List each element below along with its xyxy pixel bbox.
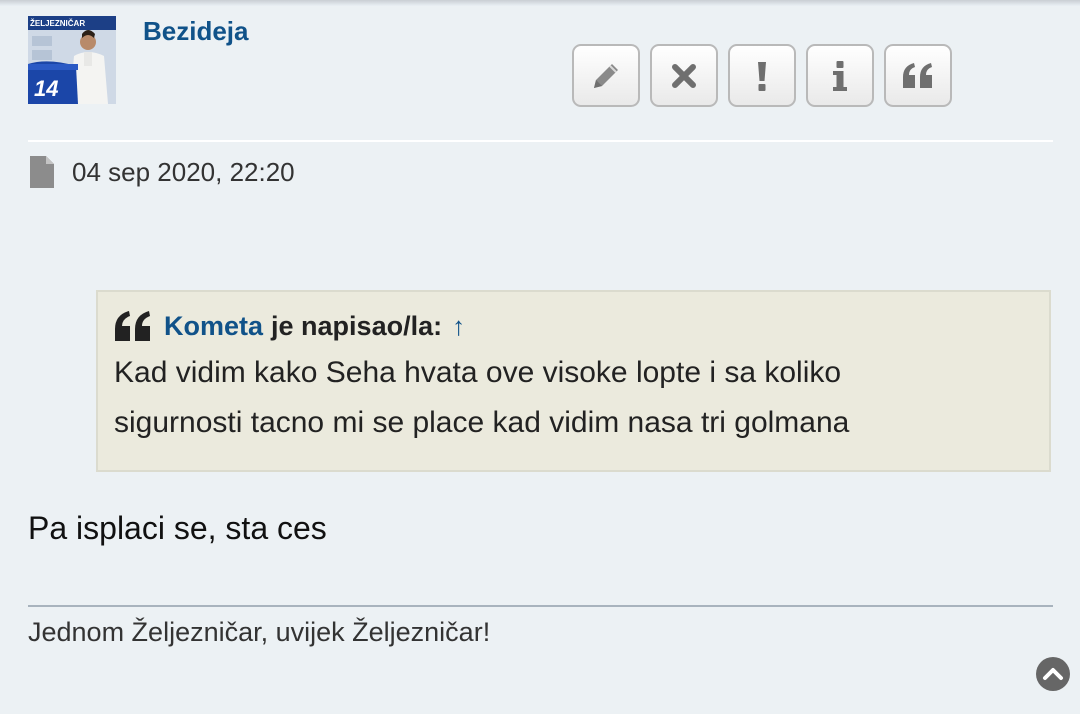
post-body: Pa isplaci se, sta ces bbox=[28, 510, 327, 546]
back-to-top-button[interactable] bbox=[1036, 657, 1070, 691]
post: ŽELJEZNIČAR 14 Bezideja 04 sep 2020, 22:… bbox=[0, 0, 1080, 714]
post-date-text: 04 sep 2020, 22:20 bbox=[72, 156, 295, 187]
quote-jump-link[interactable]: ↑ bbox=[452, 306, 465, 346]
pencil-icon bbox=[594, 63, 618, 88]
edit-button[interactable] bbox=[572, 44, 640, 107]
info-button[interactable] bbox=[806, 44, 874, 107]
avatar[interactable]: ŽELJEZNIČAR 14 bbox=[28, 16, 116, 104]
avatar-image: ŽELJEZNIČAR 14 bbox=[28, 16, 116, 104]
report-button[interactable] bbox=[728, 44, 796, 107]
delete-button[interactable] bbox=[650, 44, 718, 107]
quote-mark-icon bbox=[115, 311, 150, 341]
post-actions bbox=[572, 44, 952, 107]
quote-text-line: Kad vidim kako Seha hvata ove visoke lop… bbox=[114, 356, 842, 389]
file-icon bbox=[30, 156, 54, 188]
quoted-post: Kometa je napisao/la: ↑ Kad vidim kako S… bbox=[96, 290, 1051, 472]
quote-header: Kometa je napisao/la: ↑ bbox=[114, 306, 1033, 346]
info-icon bbox=[833, 60, 847, 91]
quote-author-link[interactable]: Kometa bbox=[164, 306, 263, 346]
avatar-banner-text: ŽELJEZNIČAR bbox=[30, 19, 85, 28]
signature: Jednom Željezničar, uvijek Željezničar! bbox=[28, 617, 491, 647]
close-icon bbox=[672, 63, 696, 88]
signature-divider bbox=[28, 605, 1053, 607]
avatar-shirt-number: 14 bbox=[34, 76, 58, 101]
header-divider bbox=[28, 140, 1053, 142]
post-date: 04 sep 2020, 22:20 bbox=[28, 156, 295, 188]
quote-wrote-label: je napisao/la: bbox=[271, 311, 443, 341]
exclamation-icon bbox=[758, 61, 766, 91]
quote-button[interactable] bbox=[884, 44, 952, 107]
chevron-up-icon bbox=[1043, 668, 1063, 680]
quote-text-line: sigurnosti tacno mi se place kad vidim n… bbox=[114, 406, 850, 439]
quote-text: Kad vidim kako Seha hvata ove visoke lop… bbox=[114, 348, 1033, 448]
post-author-link[interactable]: Bezideja bbox=[143, 16, 249, 47]
top-shadow bbox=[0, 0, 1080, 6]
quote-icon bbox=[903, 62, 932, 88]
